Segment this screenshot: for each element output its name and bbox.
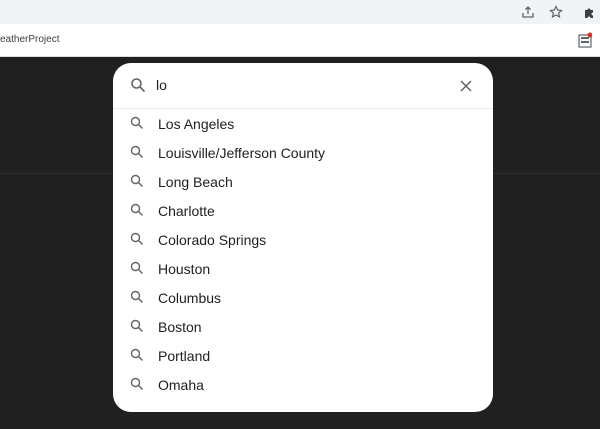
suggestion-label: Columbus <box>158 290 222 306</box>
suggestion-item[interactable]: Portland <box>113 341 493 369</box>
search-icon <box>130 232 144 246</box>
search-icon <box>130 145 144 159</box>
suggestion-item[interactable]: Los Angeles <box>113 109 493 137</box>
suggestion-label: Charlotte <box>158 203 215 219</box>
browser-toolbar <box>0 0 600 24</box>
suggestion-label: Portland <box>158 348 211 364</box>
bookmarks-bar: eatherProject <box>0 24 600 57</box>
suggestion-item[interactable]: Colorado Springs <box>113 225 493 253</box>
search-icon <box>130 261 144 275</box>
star-icon[interactable] <box>547 3 565 21</box>
search-row <box>113 63 493 109</box>
suggestion-item[interactable]: Omaha <box>113 370 493 398</box>
search-dialog: Los Angeles Louisville/Jefferson County … <box>113 63 493 412</box>
suggestion-item[interactable]: Columbus <box>113 283 493 311</box>
search-icon <box>130 348 144 362</box>
extensions-icon[interactable] <box>580 3 598 21</box>
search-input[interactable] <box>156 75 446 95</box>
suggestion-label: Omaha <box>158 377 204 393</box>
suggestion-item[interactable]: Long Beach <box>113 167 493 195</box>
search-icon <box>130 116 144 130</box>
suggestion-label: Los Angeles <box>158 116 235 132</box>
bookmark-item-weatherproject[interactable]: eatherProject <box>0 34 59 45</box>
search-icon <box>130 174 144 188</box>
search-icon <box>130 77 146 93</box>
search-icon <box>130 290 144 304</box>
suggestion-label: Colorado Springs <box>158 232 267 248</box>
search-icon <box>130 377 144 391</box>
share-icon[interactable] <box>519 3 537 21</box>
suggestion-item[interactable]: Boston <box>113 312 493 340</box>
suggestion-label: Boston <box>158 319 202 335</box>
suggestion-item[interactable]: Louisville/Jefferson County <box>113 138 493 166</box>
suggestion-item[interactable]: Houston <box>113 254 493 282</box>
suggestion-label: Long Beach <box>158 174 233 190</box>
search-icon <box>130 319 144 333</box>
suggestion-label: Louisville/Jefferson County <box>158 145 326 161</box>
suggestion-label: Houston <box>158 261 211 277</box>
suggestion-item[interactable]: Charlotte <box>113 196 493 224</box>
search-icon <box>130 203 144 217</box>
app-icon[interactable] <box>578 32 593 48</box>
close-icon[interactable] <box>458 78 474 94</box>
